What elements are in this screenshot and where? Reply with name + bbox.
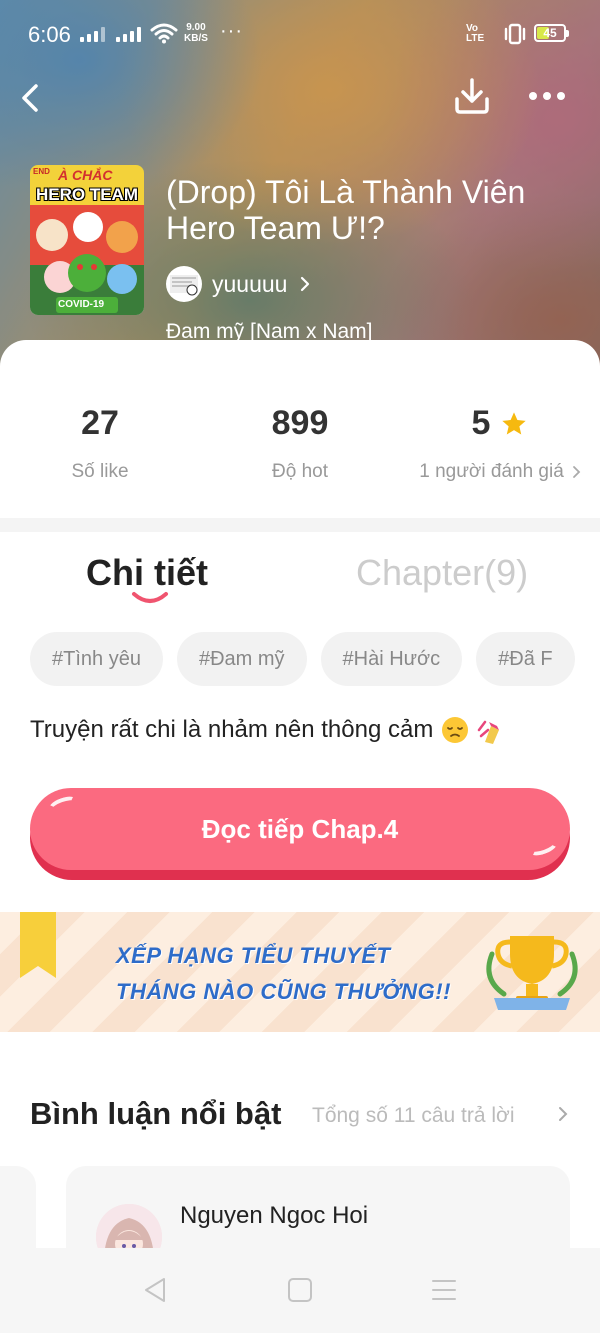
detail-tabs: Chi tiết Chapter(9)	[0, 532, 600, 622]
comments-total: Tổng số 11 câu trả lời	[312, 1104, 515, 1127]
tab-details[interactable]: Chi tiết	[86, 552, 208, 594]
chevron-right-icon	[301, 276, 310, 292]
back-button[interactable]	[12, 78, 52, 118]
network-speed-value: 9.00	[186, 22, 206, 33]
story-title: (Drop) Tôi Là Thành Viên Hero Team Ư!?	[166, 174, 526, 246]
rating-label-row: 1 người đánh giá	[419, 461, 581, 483]
story-stats: 27 Số like 899 Độ hot 5 1 người đánh giá	[0, 340, 600, 518]
status-bar: 6:06 9.00 KB/S ··· Vo LTE 45	[0, 0, 600, 70]
more-options-button[interactable]	[524, 78, 570, 114]
author-avatar	[166, 266, 202, 302]
nav-home-button[interactable]	[288, 1278, 312, 1302]
featured-comments-title: Bình luận nổi bật	[30, 1096, 282, 1131]
bookmark-ribbon-icon	[20, 912, 56, 978]
chevron-right-icon	[559, 1107, 568, 1121]
story-description: Truyện rất chi là nhảm nên thông cảm	[30, 716, 505, 744]
nav-recents-button[interactable]	[431, 1278, 457, 1302]
button-face: Đọc tiếp Chap.4	[30, 788, 570, 870]
author-link[interactable]: yuuuuu	[166, 266, 311, 302]
cover-caption: COVID-19	[58, 299, 105, 310]
story-cover[interactable]: END À CHẮC HERO TEAM COVID-19	[30, 165, 144, 315]
battery-indicator: 45	[534, 24, 569, 42]
chevron-right-icon	[572, 466, 581, 478]
vibrate-icon	[504, 23, 526, 45]
nav-back-button[interactable]	[142, 1276, 168, 1304]
description-text: Truyện rất chi là nhảm nên thông cảm	[30, 716, 434, 743]
download-button[interactable]	[450, 74, 494, 118]
volte-bottom: LTE	[466, 33, 485, 44]
banner-text: XẾP HẠNG TIỂU THUYẾT THÁNG NÀO CŨNG THƯỞ…	[116, 938, 451, 1010]
banner-line-1: XẾP HẠNG TIỂU THUYẾT	[116, 943, 391, 968]
cover-title-top: À CHẮC	[58, 167, 113, 183]
cover-badge: END	[33, 167, 50, 176]
wifi-icon	[150, 23, 178, 44]
tab-chapters[interactable]: Chapter(9)	[356, 552, 528, 594]
section-divider	[0, 518, 600, 532]
author-name: yuuuuu	[212, 270, 288, 297]
battery-level: 45	[543, 26, 557, 40]
network-speed: 9.00 KB/S	[184, 22, 208, 44]
commenter-name: Nguyen Ngoc Hoi	[180, 1202, 369, 1229]
nail-polish-emoji-icon	[478, 720, 500, 744]
system-navigation-bar	[0, 1248, 600, 1333]
ranking-banner[interactable]: XẾP HẠNG TIỂU THUYẾT THÁNG NÀO CŨNG THƯỞ…	[0, 912, 600, 1032]
tag-chip[interactable]: #Đã F	[476, 632, 575, 686]
likes-label: Số like	[71, 461, 129, 482]
pensive-face-emoji-icon	[442, 717, 469, 743]
rating-value: 5	[471, 404, 491, 442]
continue-reading-label: Đọc tiếp Chap.4	[201, 813, 399, 844]
rating-row: 5	[472, 404, 529, 443]
stat-likes: 27 Số like	[0, 404, 200, 483]
tag-chip[interactable]: #Tình yêu	[30, 632, 163, 686]
featured-comments-header[interactable]: Bình luận nổi bật Tổng số 11 câu trả lời	[30, 1096, 576, 1140]
hot-label: Độ hot	[272, 461, 328, 482]
trophy-icon	[486, 936, 578, 1010]
rating-label: 1 người đánh giá	[419, 461, 564, 482]
story-detail-sheet: 27 Số like 899 Độ hot 5 1 người đánh giá	[0, 340, 600, 1333]
banner-line-2: THÁNG NÀO CŨNG THƯỞNG!!	[116, 979, 451, 1004]
stat-rating[interactable]: 5 1 người đánh giá	[400, 404, 600, 483]
status-time: 6:06	[28, 22, 71, 47]
stat-hot: 899 Độ hot	[200, 404, 400, 483]
active-tab-indicator	[132, 592, 168, 603]
signal-icon	[116, 26, 141, 42]
status-overflow: ···	[220, 20, 243, 42]
cover-title: HERO TEAM	[36, 185, 138, 204]
star-icon	[502, 411, 527, 434]
tag-chip[interactable]: #Đam mỹ	[176, 632, 307, 686]
hot-count: 899	[271, 404, 329, 442]
author-avatar-art	[170, 275, 198, 296]
likes-count: 27	[81, 404, 119, 442]
volte-indicator: Vo LTE	[466, 24, 484, 44]
signal-icon	[80, 26, 105, 42]
tag-list: #Tình yêu #Đam mỹ #Hài Hước #Đã F	[30, 632, 600, 686]
continue-reading-button[interactable]: Đọc tiếp Chap.4	[30, 788, 570, 880]
tag-chip[interactable]: #Hài Hước	[320, 632, 463, 686]
network-speed-unit: KB/S	[184, 33, 208, 44]
